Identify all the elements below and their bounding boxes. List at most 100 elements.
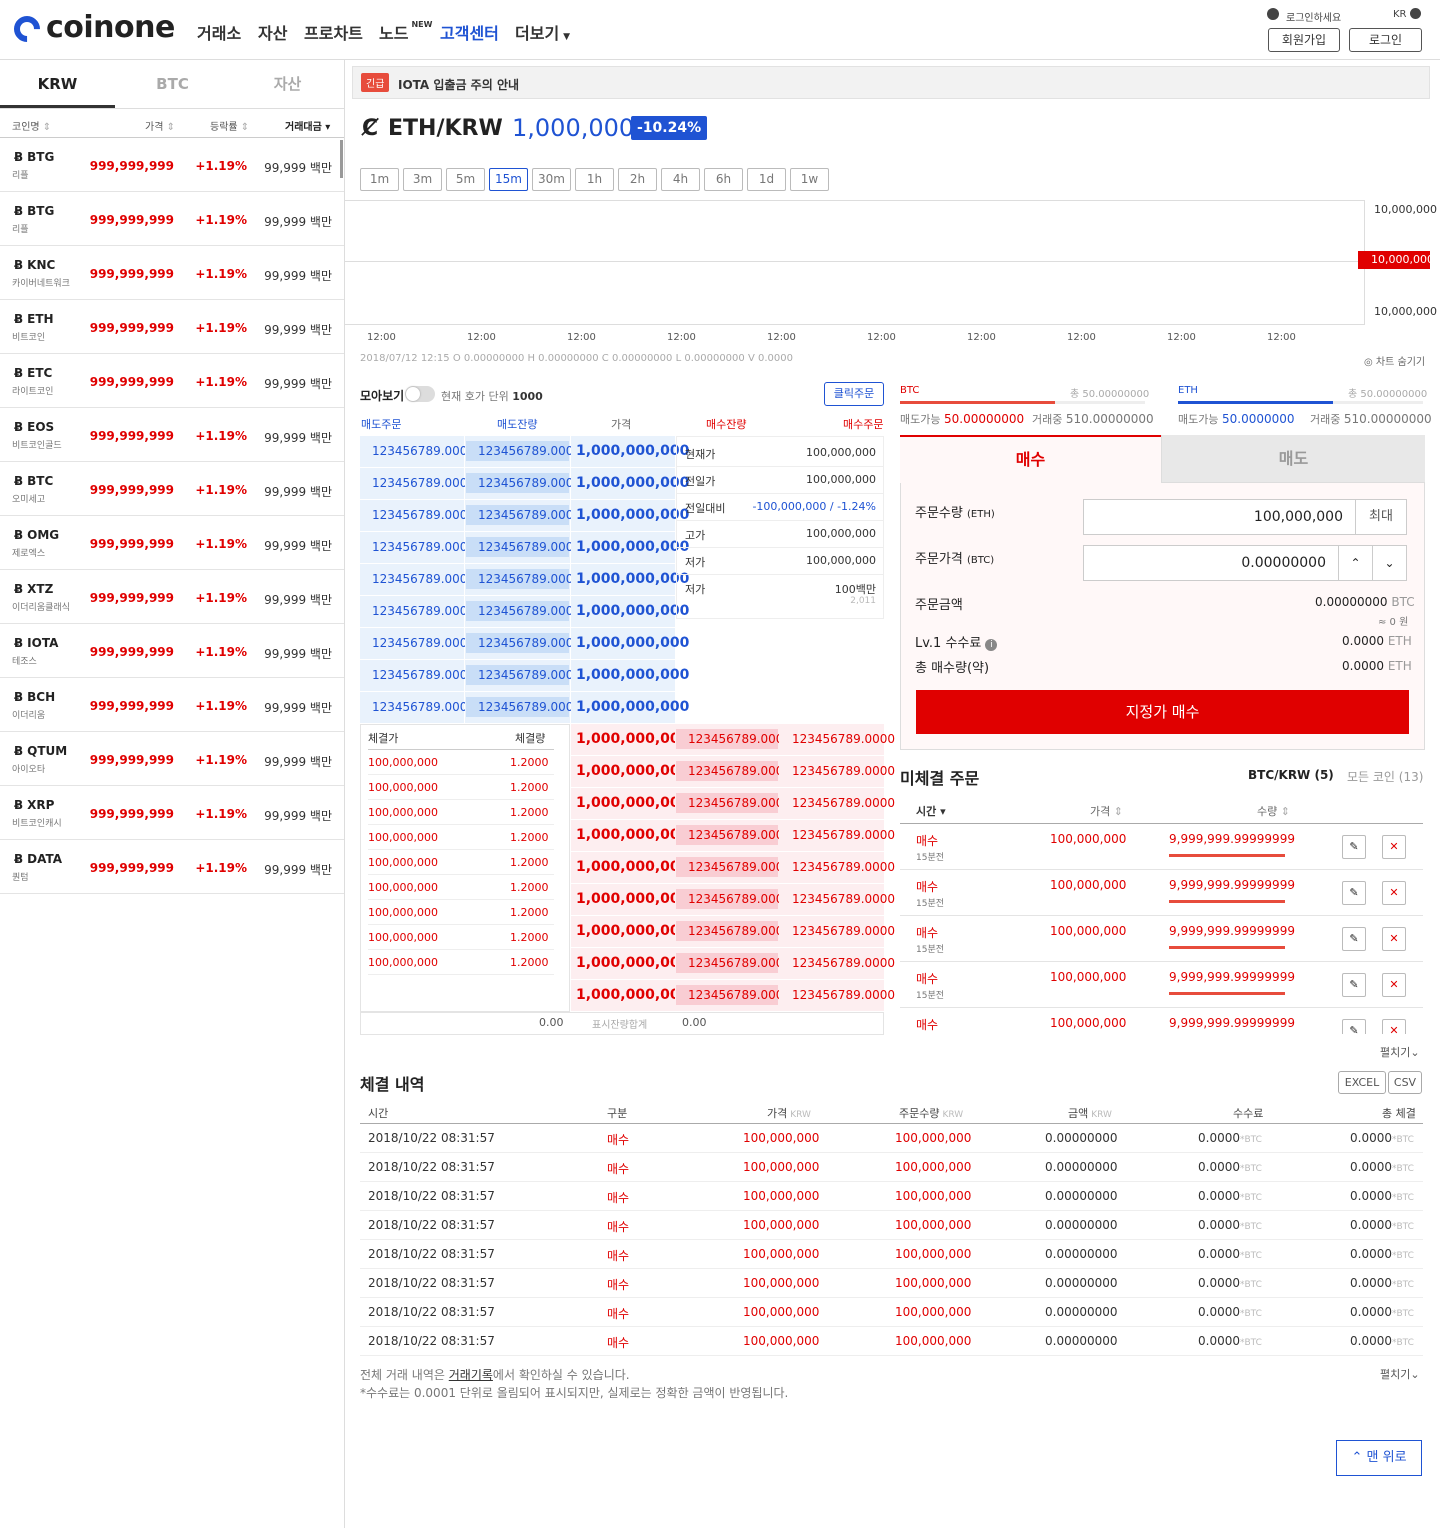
close-icon[interactable]: ✕ — [1382, 927, 1406, 951]
oo-head-qty[interactable]: 수량 ⇕ — [1257, 803, 1290, 819]
close-icon[interactable]: ✕ — [1382, 835, 1406, 859]
timeframe-1m[interactable]: 1m — [360, 168, 399, 191]
ask-price[interactable]: 1,000,000,000 — [576, 443, 689, 459]
group-toggle[interactable] — [405, 386, 435, 402]
ask-row[interactable]: 123456789.0000 123456789.0000 1,000,000,00… — [360, 692, 884, 724]
ask-price[interactable]: 1,000,000,000 — [576, 635, 689, 651]
buy-tab[interactable]: 매수 — [900, 435, 1161, 483]
timeframe-1h[interactable]: 1h — [575, 168, 614, 191]
coin-row[interactable]: Ƀ IOTA 테조스 999,999,999 +1.19% 99,999 백만 — [0, 624, 344, 678]
nav-support[interactable]: 고객센터 — [440, 20, 499, 44]
nav-exchange[interactable]: 거래소 — [197, 20, 241, 44]
open-order-row[interactable]: 매수 100,000,000 9,999,999.99999999 ✎ ✕ — [900, 1008, 1423, 1034]
ask-price[interactable]: 1,000,000,000 — [576, 475, 689, 491]
open-order-row[interactable]: 매수 15분전 100,000,000 9,999,999.99999999 ✎ ✕ — [900, 962, 1423, 1008]
price-up-icon[interactable]: ⌃ — [1338, 545, 1373, 581]
oo-head-time[interactable]: 시간 ▾ — [916, 803, 946, 819]
coin-row[interactable]: Ƀ ETH 비트코인 999,999,999 +1.19% 99,999 백만 — [0, 300, 344, 354]
oo-expand[interactable]: 펼치기⌄ — [1380, 1044, 1420, 1060]
ask-price[interactable]: 1,000,000,000 — [576, 667, 689, 683]
ask-price[interactable]: 1,000,000,000 — [576, 571, 689, 587]
col-price[interactable]: 가격 ⇕ — [145, 118, 175, 133]
csv-button[interactable]: CSV — [1388, 1071, 1422, 1094]
coin-row[interactable]: Ƀ DATA 퀀텀 999,999,999 +1.19% 99,999 백만 — [0, 840, 344, 894]
edit-icon[interactable]: ✎ — [1342, 1019, 1366, 1034]
timeframe-1d[interactable]: 1d — [747, 168, 786, 191]
bid-price[interactable]: 1,000,000,000 — [576, 859, 689, 875]
max-button[interactable]: 최대 — [1355, 499, 1407, 535]
nav-more[interactable]: 더보기 ▼ — [515, 20, 570, 44]
timeframe-15m[interactable]: 15m — [489, 168, 528, 191]
edit-icon[interactable]: ✎ — [1342, 835, 1366, 859]
bid-price[interactable]: 1,000,000,000 — [576, 763, 689, 779]
ask-price[interactable]: 1,000,000,000 — [576, 699, 689, 715]
bid-price[interactable]: 1,000,000,000 — [576, 891, 689, 907]
filter-pair[interactable]: BTC/KRW (5) — [1248, 768, 1334, 782]
logo-icon[interactable] — [8, 10, 46, 48]
nav-node[interactable]: 노드 NEW — [379, 20, 432, 44]
ask-row[interactable]: 123456789.0000 123456789.0000 1,000,000,00… — [360, 660, 884, 692]
bid-price[interactable]: 1,000,000,000 — [576, 827, 689, 843]
notice-bar[interactable]: 긴급 IOTA 입출금 주의 안내 — [352, 66, 1430, 99]
tab-btc[interactable]: BTC — [115, 60, 230, 108]
tab-krw[interactable]: KRW — [0, 60, 115, 108]
tab-assets[interactable]: 자산 — [230, 60, 345, 108]
open-order-row[interactable]: 매수 15분전 100,000,000 9,999,999.99999999 ✎ ✕ — [900, 916, 1423, 962]
ask-price[interactable]: 1,000,000,000 — [576, 603, 689, 619]
ask-row[interactable]: 123456789.0000 123456789.0000 1,000,000,00… — [360, 628, 884, 660]
hide-chart-button[interactable]: ◎ 차트 숨기기 — [1364, 353, 1425, 368]
edit-icon[interactable]: ✎ — [1342, 973, 1366, 997]
timeframe-30m[interactable]: 30m — [532, 168, 571, 191]
history-expand[interactable]: 펼치기⌄ — [1380, 1366, 1420, 1382]
timeframe-1w[interactable]: 1w — [790, 168, 829, 191]
coin-row[interactable]: Ƀ BTG 리플 999,999,999 +1.19% 99,999 백만 — [0, 192, 344, 246]
price-down-icon[interactable]: ⌄ — [1372, 545, 1407, 581]
timeframe-2h[interactable]: 2h — [618, 168, 657, 191]
ask-price[interactable]: 1,000,000,000 — [576, 539, 689, 555]
limit-buy-button[interactable]: 지정가 매수 — [916, 690, 1409, 734]
sidebar-scrollbar[interactable] — [340, 140, 343, 178]
signup-button[interactable]: 회원가입 — [1268, 28, 1340, 52]
login-prompt[interactable]: 로그인하세요 — [1286, 9, 1341, 24]
timeframe-6h[interactable]: 6h — [704, 168, 743, 191]
coin-row[interactable]: Ƀ KNC 카이버네트워크 999,999,999 +1.19% 99,999 백만 — [0, 246, 344, 300]
ask-price[interactable]: 1,000,000,000 — [576, 507, 689, 523]
coin-row[interactable]: Ƀ BCH 이더리움 999,999,999 +1.19% 99,999 백만 — [0, 678, 344, 732]
login-button[interactable]: 로그인 — [1349, 28, 1422, 52]
close-icon[interactable]: ✕ — [1382, 881, 1406, 905]
timeframe-4h[interactable]: 4h — [661, 168, 700, 191]
timeframe-5m[interactable]: 5m — [446, 168, 485, 191]
coin-row[interactable]: Ƀ OMG 제로엑스 999,999,999 +1.19% 99,999 백만 — [0, 516, 344, 570]
price-input[interactable]: 0.00000000 — [1083, 545, 1339, 581]
col-change[interactable]: 등락률 ⇕ — [210, 118, 249, 133]
nav-prochart[interactable]: 프로차트 — [304, 20, 363, 44]
close-icon[interactable]: ✕ — [1382, 973, 1406, 997]
logo-text[interactable]: coinone — [46, 10, 175, 45]
history-link[interactable]: 거래기록 — [449, 1368, 493, 1382]
language-label[interactable]: KR — [1393, 9, 1407, 20]
col-volume[interactable]: 거래대금 ▾ — [285, 118, 330, 133]
qty-input[interactable]: 100,000,000 — [1083, 499, 1356, 535]
edit-icon[interactable]: ✎ — [1342, 881, 1366, 905]
bid-price[interactable]: 1,000,000,000 — [576, 955, 689, 971]
click-order-button[interactable]: 클릭주문 — [824, 382, 884, 406]
coin-row[interactable]: Ƀ XTZ 이더리움클래식 999,999,999 +1.19% 99,999 백만 — [0, 570, 344, 624]
bid-price[interactable]: 1,000,000,000 — [576, 795, 689, 811]
language-icon[interactable] — [1410, 8, 1421, 19]
col-coin-name[interactable]: 코인명 ⇕ — [12, 118, 51, 133]
open-order-row[interactable]: 매수 15분전 100,000,000 9,999,999.99999999 ✎ ✕ — [900, 824, 1423, 870]
coin-row[interactable]: Ƀ BTG 리플 999,999,999 +1.19% 99,999 백만 — [0, 138, 344, 192]
sell-tab[interactable]: 매도 — [1161, 435, 1425, 483]
edit-icon[interactable]: ✎ — [1342, 927, 1366, 951]
oo-head-price[interactable]: 가격 ⇕ — [1090, 803, 1123, 819]
bid-price[interactable]: 1,000,000,000 — [576, 731, 689, 747]
back-to-top-button[interactable]: ⌃ 맨 위로 — [1336, 1440, 1422, 1476]
bid-price[interactable]: 1,000,000,000 — [576, 987, 689, 1003]
coin-row[interactable]: Ƀ BTC 오미세고 999,999,999 +1.19% 99,999 백만 — [0, 462, 344, 516]
excel-button[interactable]: EXCEL — [1338, 1071, 1386, 1094]
coin-row[interactable]: Ƀ XRP 비트코인캐시 999,999,999 +1.19% 99,999 백만 — [0, 786, 344, 840]
coin-row[interactable]: Ƀ QTUM 아이오타 999,999,999 +1.19% 99,999 백만 — [0, 732, 344, 786]
open-order-row[interactable]: 매수 15분전 100,000,000 9,999,999.99999999 ✎ ✕ — [900, 870, 1423, 916]
coin-row[interactable]: Ƀ ETC 라이트코인 999,999,999 +1.19% 99,999 백만 — [0, 354, 344, 408]
bid-price[interactable]: 1,000,000,000 — [576, 923, 689, 939]
